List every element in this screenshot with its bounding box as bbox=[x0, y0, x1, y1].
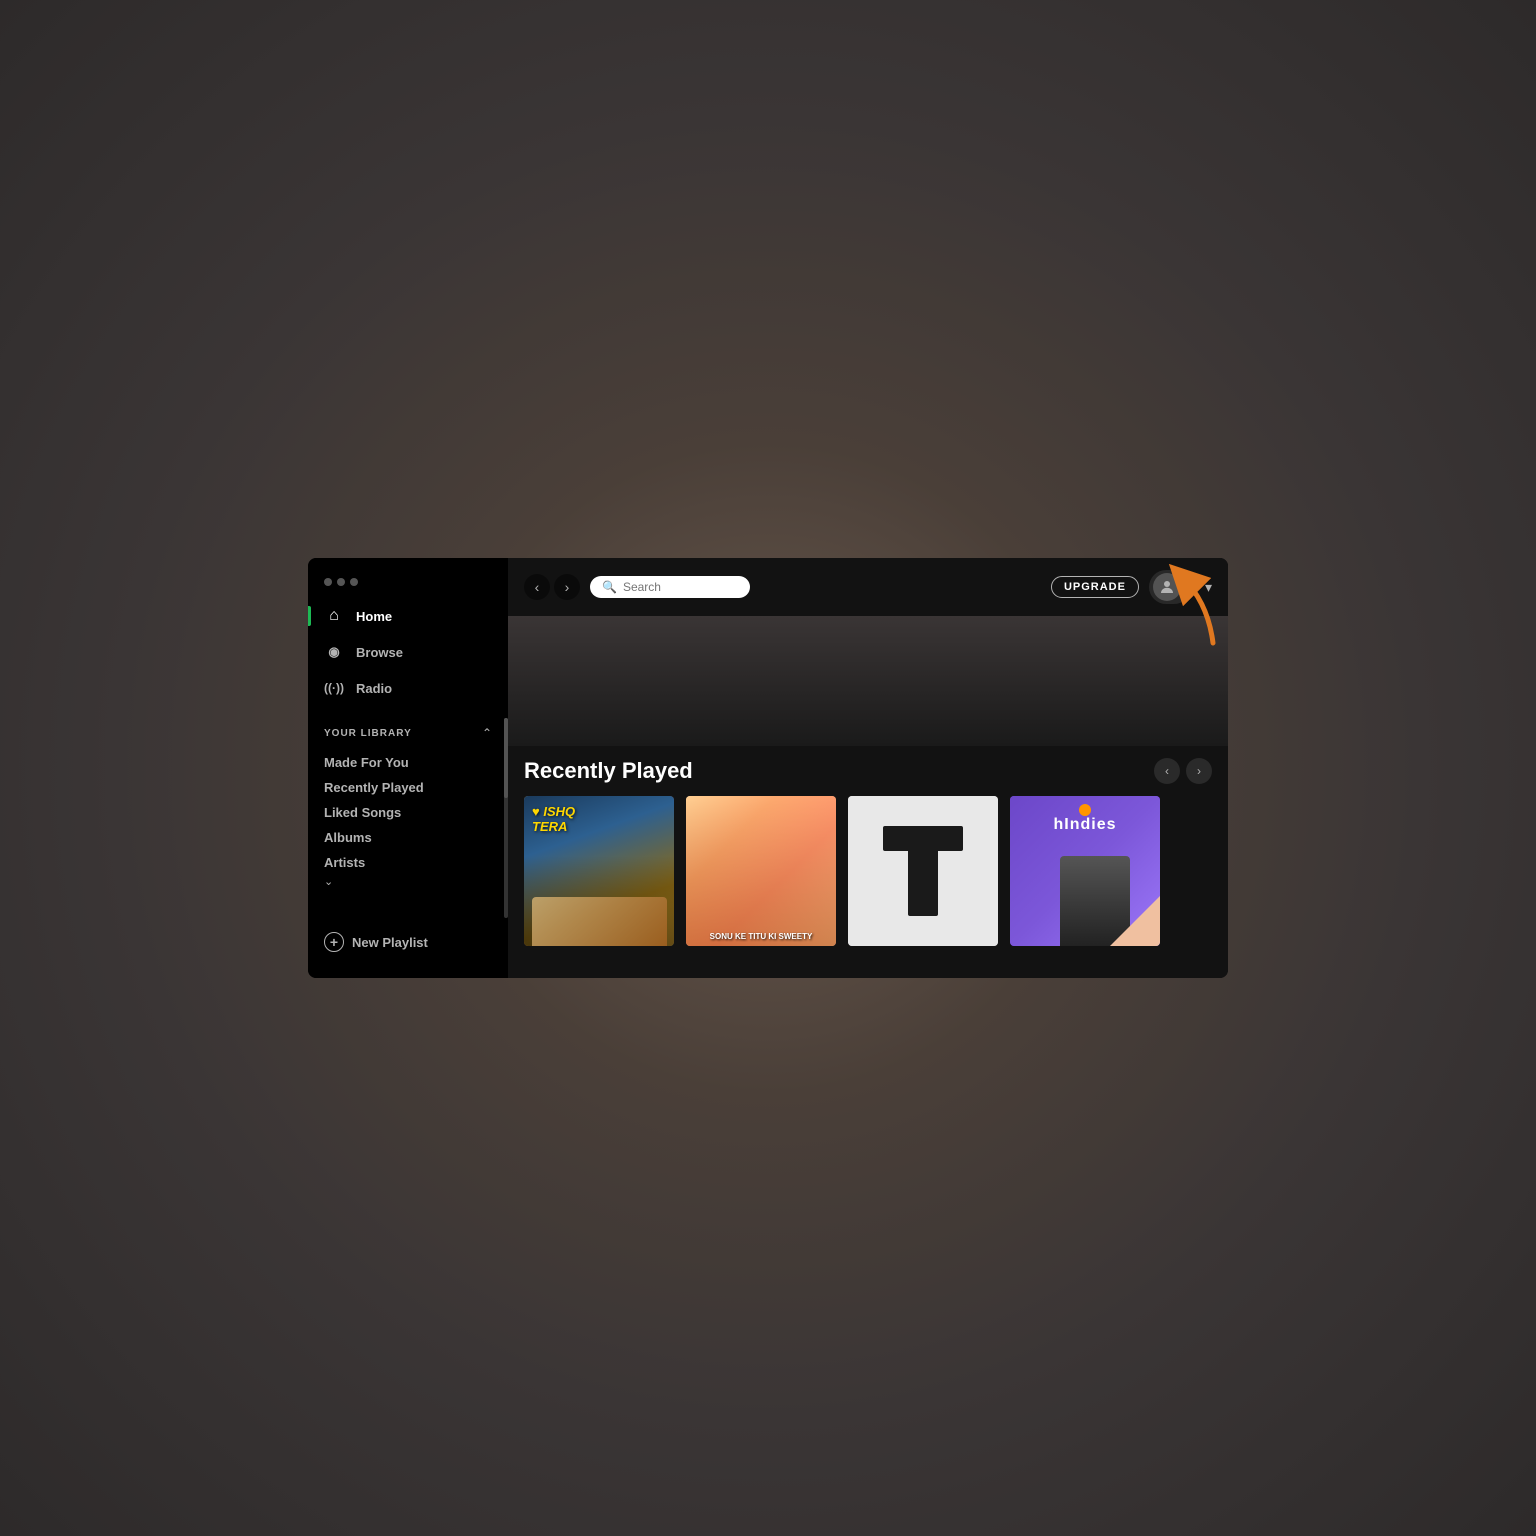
radio-label: Radio bbox=[356, 681, 392, 696]
nav-item-home[interactable]: ⌂ Home bbox=[308, 598, 508, 634]
nav-arrows: ‹ › bbox=[524, 574, 580, 600]
library-scroll-thumb bbox=[504, 718, 508, 798]
library-item-liked-songs[interactable]: Liked Songs bbox=[324, 800, 492, 825]
album-grid: ♥ ISHQTERA SONU KE TITU KI SWEETY bbox=[524, 796, 1212, 946]
hero-area bbox=[508, 616, 1228, 746]
main-nav: ⌂ Home ◉ Browse ((·)) Radio bbox=[308, 598, 508, 706]
section-header: Recently Played ‹ › bbox=[524, 758, 1212, 784]
chevron-down-icon[interactable]: ▾ bbox=[1205, 579, 1212, 596]
library-item-recently-played[interactable]: Recently Played bbox=[324, 775, 492, 800]
album-card-2[interactable]: SONU KE TITU KI SWEETY bbox=[686, 796, 836, 946]
library-scrollbar[interactable] bbox=[504, 718, 508, 918]
dot-1 bbox=[324, 578, 332, 586]
window-dots bbox=[308, 574, 508, 598]
search-icon: 🔍 bbox=[602, 580, 617, 594]
new-playlist-button[interactable]: + New Playlist bbox=[308, 922, 508, 962]
library-item-albums[interactable]: Albums bbox=[324, 825, 492, 850]
album-art-2: SONU KE TITU KI SWEETY bbox=[686, 796, 836, 946]
library-header: YOUR LIBRARY ⌃ bbox=[324, 726, 492, 740]
home-icon: ⌂ bbox=[324, 606, 344, 626]
dot-3 bbox=[350, 578, 358, 586]
back-button[interactable]: ‹ bbox=[524, 574, 550, 600]
user-name-pill[interactable] bbox=[1149, 570, 1191, 604]
upgrade-button[interactable]: UPGRADE bbox=[1051, 576, 1139, 598]
dot-2 bbox=[337, 578, 345, 586]
nav-item-radio[interactable]: ((·)) Radio bbox=[308, 670, 508, 706]
plus-icon: + bbox=[324, 932, 344, 952]
search-bar[interactable]: 🔍 bbox=[590, 576, 750, 598]
album-card-4[interactable]: hIndies bbox=[1010, 796, 1160, 946]
sidebar: ⌂ Home ◉ Browse ((·)) Radio YOUR LIBRARY… bbox=[308, 558, 508, 978]
main-content: ‹ › 🔍 UPGRADE ▾ Recently P bbox=[508, 558, 1228, 978]
album-card-3[interactable] bbox=[848, 796, 998, 946]
library-item-made-for-you[interactable]: Made For You bbox=[324, 750, 492, 775]
new-playlist-label: New Playlist bbox=[352, 935, 428, 950]
spotify-app-window: ⌂ Home ◉ Browse ((·)) Radio YOUR LIBRARY… bbox=[308, 558, 1228, 978]
section-next-button[interactable]: › bbox=[1186, 758, 1212, 784]
forward-button[interactable]: › bbox=[554, 574, 580, 600]
library-scroll-indicator[interactable]: ⌃ bbox=[482, 726, 492, 740]
radio-icon: ((·)) bbox=[324, 678, 344, 698]
album-card-1[interactable]: ♥ ISHQTERA bbox=[524, 796, 674, 946]
nav-item-browse[interactable]: ◉ Browse bbox=[308, 634, 508, 670]
section-title: Recently Played bbox=[524, 758, 693, 784]
album-art-3 bbox=[848, 796, 998, 946]
section-nav: ‹ › bbox=[1154, 758, 1212, 784]
recently-played-section: Recently Played ‹ › ♥ ISHQTERA bbox=[508, 746, 1228, 978]
album-art-1: ♥ ISHQTERA bbox=[524, 796, 674, 946]
library-label: YOUR LIBRARY bbox=[324, 728, 412, 739]
topbar-right: UPGRADE ▾ bbox=[1051, 570, 1212, 604]
library-list: Made For You Recently Played Liked Songs… bbox=[324, 750, 492, 875]
browse-label: Browse bbox=[356, 645, 403, 660]
section-prev-button[interactable]: ‹ bbox=[1154, 758, 1180, 784]
library-section: YOUR LIBRARY ⌃ Made For You Recently Pla… bbox=[308, 718, 508, 918]
browse-icon: ◉ bbox=[324, 642, 344, 662]
topbar: ‹ › 🔍 UPGRADE ▾ bbox=[508, 558, 1228, 616]
search-input[interactable] bbox=[623, 580, 738, 594]
avatar bbox=[1153, 573, 1181, 601]
album-art-4: hIndies bbox=[1010, 796, 1160, 946]
home-label: Home bbox=[356, 609, 392, 624]
library-item-artists[interactable]: Artists bbox=[324, 850, 492, 875]
library-expand-indicator: ⌄ bbox=[324, 875, 492, 888]
